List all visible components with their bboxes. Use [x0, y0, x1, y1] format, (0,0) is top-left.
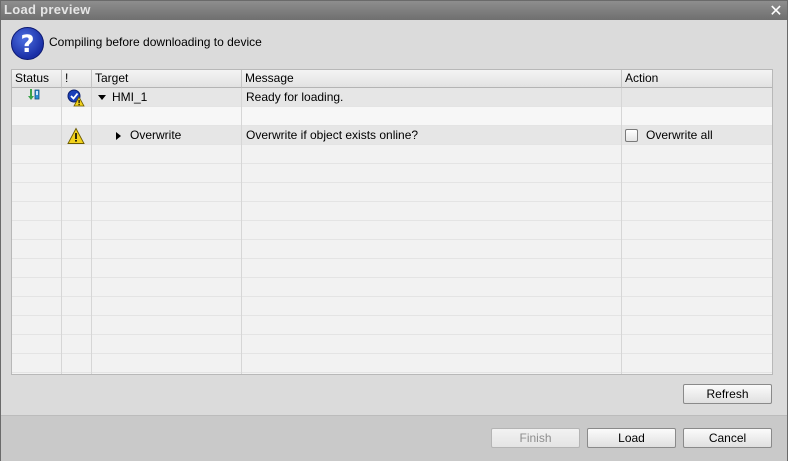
table-row [12, 278, 772, 297]
load-button[interactable]: Load [587, 428, 676, 448]
column-header-action[interactable]: Action [622, 70, 772, 88]
table-row [12, 202, 772, 221]
collapse-arrow-icon[interactable] [116, 131, 121, 140]
expand-arrow-icon[interactable] [98, 95, 106, 101]
row-message: Overwrite if object exists online? [246, 128, 419, 142]
row-message: Ready for loading. [246, 90, 344, 104]
target-name: HMI_1 [112, 90, 148, 104]
check-warning-icon [67, 88, 85, 107]
table-row [12, 240, 772, 259]
table-row [12, 221, 772, 240]
question-icon: ? [11, 27, 44, 60]
table-row [12, 259, 772, 278]
table-row [12, 297, 772, 316]
column-header-status[interactable]: Status [12, 70, 62, 88]
table-row [12, 183, 772, 202]
overwrite-all-label: Overwrite all [646, 128, 713, 142]
tree-item-overwrite[interactable]: Overwrite [116, 126, 181, 145]
target-name: Overwrite [130, 128, 182, 142]
finish-button[interactable]: Finish [491, 428, 580, 448]
tree-item-hmi[interactable]: HMI_1 [98, 88, 147, 107]
overwrite-all-checkbox[interactable] [625, 129, 638, 143]
table-row [12, 335, 772, 354]
refresh-button[interactable]: Refresh [683, 384, 772, 404]
column-header-target[interactable]: Target [92, 70, 242, 88]
table-row[interactable] [12, 107, 772, 126]
column-header-message[interactable]: Message [242, 70, 622, 88]
warning-icon [67, 126, 85, 145]
download-to-device-icon [27, 88, 41, 107]
close-button[interactable]: ✕ [767, 1, 785, 20]
table-row [12, 316, 772, 335]
cancel-button[interactable]: Cancel [683, 428, 772, 448]
title-bar[interactable]: Load preview ✕ [1, 1, 787, 20]
table-row [12, 145, 772, 164]
overwrite-all-option[interactable]: Overwrite all [625, 126, 713, 145]
column-header-severity[interactable]: ! [62, 70, 92, 88]
table-row [12, 354, 772, 373]
table-row [12, 164, 772, 183]
header-message: Compiling before downloading to device [49, 35, 262, 49]
load-preview-table: Status ! Target Message Action HMI_1 Rea… [11, 69, 773, 375]
close-icon: ✕ [769, 2, 783, 20]
load-preview-dialog: Load preview ✕ ? Compiling before downlo… [0, 0, 788, 461]
window-title: Load preview [4, 2, 91, 17]
